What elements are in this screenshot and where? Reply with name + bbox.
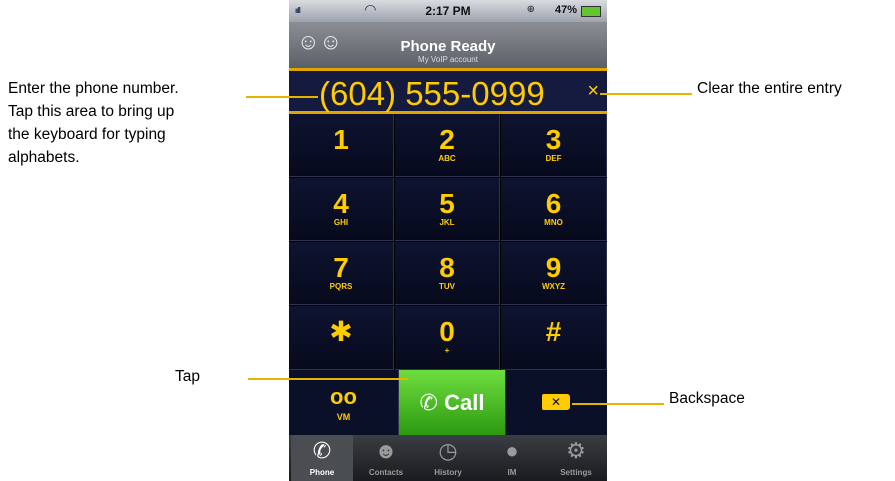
key-letters: WXYZ (541, 282, 566, 291)
tab-label: IM (507, 468, 517, 477)
annotation-line-text: the keyboard for typing (8, 126, 166, 143)
key-letters: + (444, 346, 450, 355)
status-bar: ııll ◠ 2:17 PM ⊕ 47% (289, 0, 607, 22)
key-9[interactable]: 9 WXYZ (501, 242, 607, 305)
key-0[interactable]: 0 + (395, 306, 500, 370)
backspace-icon: ✕ (542, 394, 570, 410)
key-letters: DEF (545, 154, 562, 163)
page-title: Phone Ready (400, 38, 496, 55)
phone-number[interactable]: (604) 555-0999 (319, 75, 545, 113)
number-display[interactable]: (604) 555-0999 × (289, 68, 607, 114)
call-button[interactable]: ✆ Call (399, 370, 505, 435)
annotation-line-text: Tap this area to bring up (8, 103, 175, 120)
tab-contacts[interactable]: ☻ Contacts (355, 435, 417, 481)
tab-im[interactable]: ● IM (481, 435, 543, 481)
gears-icon: ⚙ (566, 438, 586, 463)
key-5[interactable]: 5 JKL (395, 178, 500, 241)
key-digit: 2 (439, 124, 455, 155)
annotation-clear-entry: Clear the entire entry (697, 80, 842, 97)
contacts-icon: ☻ (374, 438, 398, 463)
voicemail-icon: oo (330, 384, 357, 409)
annotation-line-text: Enter the phone number. (8, 80, 179, 97)
key-6[interactable]: 6 MNO (501, 178, 607, 241)
key-digit: 3 (545, 124, 562, 155)
key-digit: 1 (333, 124, 349, 155)
key-letters: TUV (439, 282, 455, 291)
callout-line-backspace (572, 403, 664, 405)
key-digit: 0 (439, 316, 455, 347)
keypad: 1 2 ABC 3 DEF 4 GHI 5 JKL 6 MNO 7 PQRS 8 TUV 9W… (289, 114, 607, 370)
phone-icon: ✆ (312, 438, 332, 463)
key-hash[interactable]: # (501, 306, 607, 370)
key-letters: MNO (544, 218, 563, 227)
tab-phone[interactable]: ✆ Phone (291, 435, 353, 481)
tab-bar: ✆ Phone ☻ Contacts ◷ History ● IM ⚙ Sett… (289, 435, 607, 481)
title-bar: ☺☺ Phone Ready My VoIP account (289, 22, 607, 68)
key-digit: ✱ (329, 316, 353, 347)
key-1[interactable]: 1 (289, 114, 394, 177)
battery-percent: 47% (554, 4, 577, 16)
phone-screen: ııll ◠ 2:17 PM ⊕ 47% ☺☺ Phone Ready My V… (289, 0, 607, 481)
key-4[interactable]: 4 GHI (289, 178, 394, 241)
tab-history[interactable]: ◷ History (417, 435, 479, 481)
key-8[interactable]: 8 TUV (395, 242, 500, 305)
key-2[interactable]: 2 ABC (395, 114, 500, 177)
key-digit: 9 (545, 252, 562, 283)
key-digit: 6 (545, 188, 562, 219)
callout-line-clear (600, 93, 692, 95)
key-digit: 5 (439, 188, 455, 219)
key-letters: GHI (333, 218, 349, 227)
key-digit: 8 (439, 252, 455, 283)
callout-line-tap (248, 378, 408, 380)
tab-label: Settings (560, 468, 592, 477)
key-3[interactable]: 3 DEF (501, 114, 607, 177)
callout-line-number (246, 96, 318, 98)
annotation-enter-number: Enter the phone number. Tap this area to… (8, 77, 179, 169)
battery-icon (581, 6, 601, 17)
clock-icon: ◷ (438, 438, 458, 463)
chat-bubble-icon: ● (505, 438, 519, 463)
tab-label: Contacts (368, 468, 404, 477)
voicemail-label: VM (336, 412, 351, 422)
account-subtitle: My VoIP account (418, 55, 478, 64)
tab-label: Phone (309, 468, 335, 477)
key-letters: JKL (439, 218, 455, 227)
key-digit: # (545, 316, 562, 347)
key-letters: ABC (438, 154, 456, 163)
call-label: Call (444, 390, 485, 415)
annotation-tap: Tap (175, 368, 200, 385)
clear-icon[interactable]: × (587, 80, 599, 103)
tab-label: History (434, 468, 462, 477)
key-letters: PQRS (329, 282, 353, 291)
handset-icon: ✆ (419, 390, 438, 415)
rotation-lock-icon: ⊕ (526, 4, 535, 15)
key-digit: 7 (333, 252, 349, 283)
annotation-line-text: alphabets. (8, 149, 80, 166)
annotation-backspace: Backspace (669, 390, 745, 407)
key-digit: 4 (333, 188, 349, 219)
key-star[interactable]: ✱ (289, 306, 394, 370)
key-7[interactable]: 7 PQRS (289, 242, 394, 305)
tab-settings[interactable]: ⚙ Settings (545, 435, 607, 481)
